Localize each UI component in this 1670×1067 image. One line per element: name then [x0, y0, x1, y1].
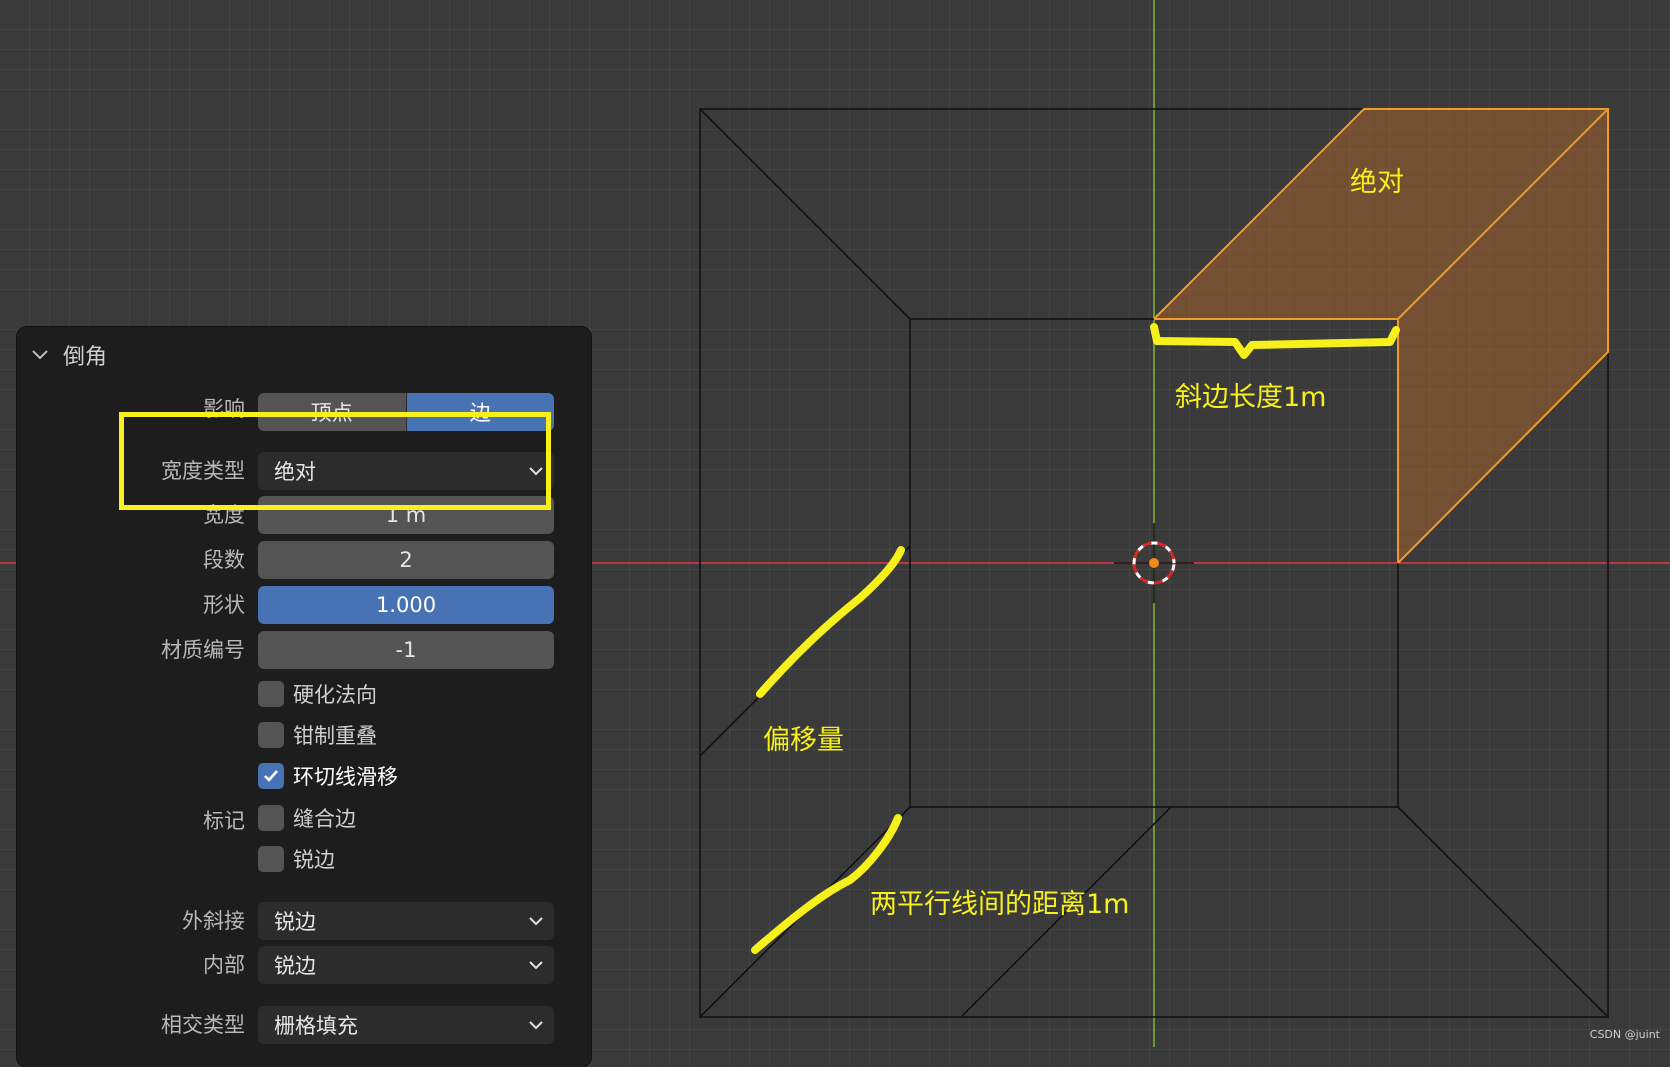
miter-outer-value: 锐边: [274, 910, 316, 934]
bevel-length-bracket: [1150, 323, 1400, 359]
panel-title: 倒角: [63, 345, 108, 370]
chevron-down-icon: [529, 1021, 543, 1030]
miter-outer-label: 外斜接: [182, 909, 245, 933]
checkbox-box: [258, 763, 284, 789]
annotation-parallel-distance: 两平行线间的距离1m: [870, 889, 1130, 920]
clamp-overlap-label: 钳制重叠: [293, 724, 377, 748]
chevron-down-icon: [32, 350, 48, 360]
checkbox-box: [258, 722, 284, 748]
miter-outer-dropdown[interactable]: 锐边: [258, 902, 554, 940]
mark-seam-label: 缝合边: [293, 807, 356, 831]
annotation-strokes: [751, 323, 1400, 954]
mark-seam-checkbox[interactable]: 缝合边: [258, 803, 356, 833]
mark-sharp-checkbox[interactable]: 锐边: [258, 844, 335, 874]
annotation-bevel-length: 斜边长度1m: [1175, 382, 1327, 413]
intersection-type-label: 相交类型: [161, 1013, 245, 1037]
segments-field[interactable]: 2: [258, 541, 554, 579]
material-index-label: 材质编号: [161, 638, 245, 662]
inner-dropdown[interactable]: 锐边: [258, 946, 554, 984]
checkmark-icon: [264, 770, 278, 782]
panel-header[interactable]: 倒角: [31, 337, 107, 373]
mark-label: 标记: [203, 809, 245, 833]
harden-normals-checkbox[interactable]: 硬化法向: [258, 679, 377, 709]
harden-normals-label: 硬化法向: [293, 683, 377, 707]
segments-label: 段数: [203, 548, 245, 572]
intersection-type-dropdown[interactable]: 栅格填充: [258, 1006, 554, 1044]
inner-value: 锐边: [274, 954, 316, 978]
watermark: CSDN @juint: [1589, 1028, 1660, 1041]
material-index-field[interactable]: -1: [258, 631, 554, 669]
loop-slide-label: 环切线滑移: [293, 765, 398, 789]
width-settings-highlight-box: [119, 412, 551, 510]
3d-cursor-icon[interactable]: [1114, 523, 1194, 603]
intersection-type-value: 栅格填充: [274, 1014, 358, 1038]
annotation-offset: 偏移量: [763, 725, 844, 756]
annotation-absolute: 绝对: [1350, 167, 1404, 198]
checkbox-box: [258, 846, 284, 872]
shape-slider[interactable]: 1.000: [258, 586, 554, 624]
inner-label: 内部: [203, 953, 245, 977]
loop-slide-checkbox[interactable]: 环切线滑移: [258, 761, 398, 791]
checkbox-box: [258, 681, 284, 707]
offset-stroke: [756, 546, 905, 698]
checkbox-box: [258, 805, 284, 831]
mark-sharp-label: 锐边: [293, 848, 335, 872]
chevron-down-icon: [529, 961, 543, 970]
shape-label: 形状: [203, 593, 245, 617]
chevron-down-icon: [529, 917, 543, 926]
clamp-overlap-checkbox[interactable]: 钳制重叠: [258, 720, 377, 750]
